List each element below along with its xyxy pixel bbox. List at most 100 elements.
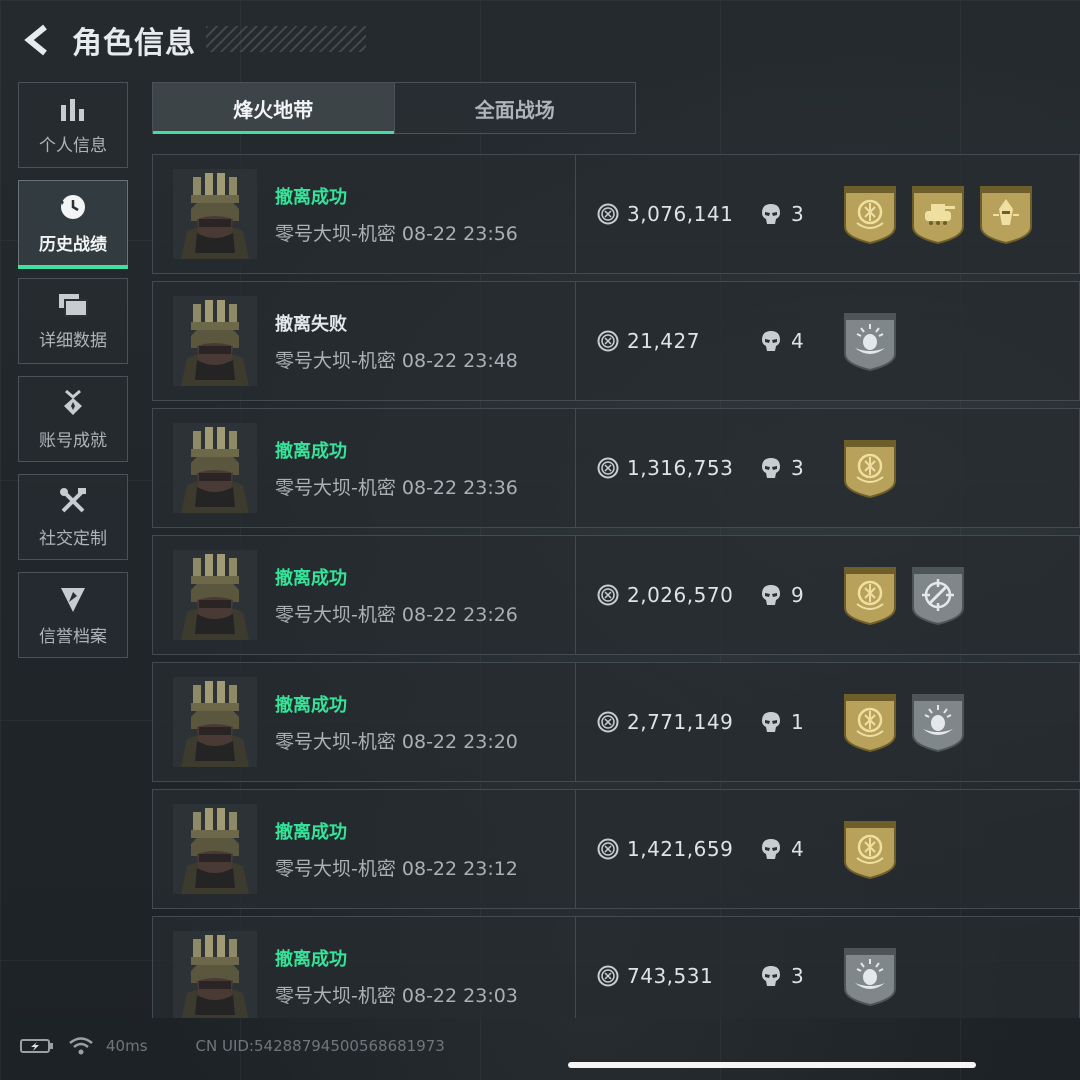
match-stats: 743,531 3 [597,917,804,1018]
match-stats: 21,427 4 [597,282,804,400]
gold-emblem-badge[interactable] [843,566,897,626]
badge-list [843,947,911,1007]
coin-icon [597,838,619,860]
sidebar-item-personal-info[interactable]: 个人信息 [18,82,128,168]
extraction-status: 撤离成功 [275,567,347,589]
match-list[interactable]: 撤离成功 零号大坝-机密 08-22 23:56 3,076,141 3 撤离失… [152,154,1080,1018]
kill-count: 1 [791,710,804,734]
match-info: 撤离成功 零号大坝-机密 08-22 23:36 [275,437,565,500]
uid-text: CN UID:5428879450056868197​3 [195,1037,445,1055]
skull-kill-icon [762,204,780,224]
sidebar: 个人信息 历史战绩 详细数据 账号成就 社交定制 信誉档案 [18,82,130,670]
match-row[interactable]: 撤离成功 零号大坝-机密 08-22 23:36 1,316,753 3 [152,408,1080,528]
skull-kill-icon [762,966,780,986]
match-info: 撤离成功 零号大坝-机密 08-22 23:20 [275,691,565,754]
match-row[interactable]: 撤离成功 零号大坝-机密 08-22 23:56 3,076,141 3 [152,154,1080,274]
sidebar-item-reputation[interactable]: 信誉档案 [18,572,128,658]
map-and-time: 零号大坝-机密 08-22 23:56 [275,222,518,245]
ping-text: 40ms [106,1037,148,1055]
match-row[interactable]: 撤离成功 零号大坝-机密 08-22 23:20 2,771,149 1 [152,662,1080,782]
operator-avatar [173,677,257,767]
sidebar-item-detailed-data[interactable]: 详细数据 [18,278,128,364]
tab-hazard-zone[interactable]: 烽火地带 [153,83,394,134]
kill-count: 9 [791,583,804,607]
gold-emblem-badge[interactable] [843,693,897,753]
match-row[interactable]: 撤离失败 零号大坝-机密 08-22 23:48 21,427 4 [152,281,1080,401]
gold-emblem-badge[interactable] [843,820,897,880]
kill-count: 3 [791,202,804,226]
mode-tabs: 烽火地带 全面战场 [152,82,636,134]
grey-egg-badge[interactable] [911,693,965,753]
grey-egg-badge[interactable] [843,312,897,372]
skull-kill-icon [762,839,780,859]
match-info: 撤离成功 零号大坝-机密 08-22 23:03 [275,945,565,1008]
extraction-status: 撤离失败 [275,313,347,335]
match-stats: 2,771,149 1 [597,663,804,781]
row-divider [575,790,576,908]
badge-list [843,439,911,499]
gold-operator-badge[interactable] [979,185,1033,245]
row-divider [575,663,576,781]
sidebar-item-label: 详细数据 [39,330,107,351]
row-divider [575,536,576,654]
wifi-icon [69,1037,93,1055]
match-stats: 1,316,753 3 [597,409,804,527]
back-button[interactable] [18,20,58,60]
coin-icon [597,457,619,479]
shield-icon [61,587,85,612]
money-value: 1,421,659 [627,837,734,861]
match-info: 撤离成功 零号大坝-机密 08-22 23:56 [275,183,565,246]
map-and-time: 零号大坝-机密 08-22 23:36 [275,476,518,499]
badge-list [843,185,1047,245]
operator-avatar [173,804,257,894]
match-row[interactable]: 撤离成功 零号大坝-机密 08-22 23:03 743,531 3 [152,916,1080,1018]
match-stats: 1,421,659 4 [597,790,804,908]
coin-icon [597,965,619,987]
row-divider [575,282,576,400]
badge-list [843,693,979,753]
kill-count: 3 [791,964,804,988]
match-info: 撤离成功 零号大坝-机密 08-22 23:12 [275,818,565,881]
gold-tank-badge[interactable] [911,185,965,245]
match-info: 撤离成功 零号大坝-机密 08-22 23:26 [275,564,565,627]
gold-emblem-badge[interactable] [843,185,897,245]
sidebar-item-label: 信誉档案 [39,626,107,647]
extraction-status: 撤离成功 [275,694,347,716]
gold-emblem-badge[interactable] [843,439,897,499]
operator-avatar [173,296,257,386]
extraction-status: 撤离成功 [275,440,347,462]
coin-icon [597,330,619,352]
coin-icon [597,584,619,606]
match-row[interactable]: 撤离成功 零号大坝-机密 08-22 23:12 1,421,659 4 [152,789,1080,909]
money-value: 743,531 [627,964,714,988]
grey-crosshair-badge[interactable] [911,566,965,626]
map-and-time: 零号大坝-机密 08-22 23:12 [275,857,518,880]
money-value: 1,316,753 [627,456,734,480]
badge-list [843,566,979,626]
sidebar-item-match-history[interactable]: 历史战绩 [18,180,128,269]
sidebar-item-social-custom[interactable]: 社交定制 [18,474,128,560]
money-value: 2,026,570 [627,583,734,607]
grey-egg-badge[interactable] [843,947,897,1007]
skull-kill-icon [762,458,780,478]
tab-full-battlefield[interactable]: 全面战场 [393,83,635,133]
map-and-time: 零号大坝-机密 08-22 23:26 [275,603,518,626]
match-row[interactable]: 撤离成功 零号大坝-机密 08-22 23:26 2,026,570 9 [152,535,1080,655]
match-stats: 2,026,570 9 [597,536,804,654]
map-and-time: 零号大坝-机密 08-22 23:03 [275,984,518,1007]
kill-count: 4 [791,837,804,861]
money-value: 2,771,149 [627,710,734,734]
coin-icon [597,203,619,225]
badge-list [843,312,911,372]
folder-icon [59,293,88,317]
title-decoration [206,26,366,52]
home-indicator[interactable] [568,1062,976,1068]
row-divider [575,917,576,1018]
extraction-status: 撤离成功 [275,186,347,208]
skull-kill-icon [762,712,780,732]
row-divider [575,155,576,273]
header: 角色信息 [18,18,196,62]
skull-kill-icon [762,331,780,351]
extraction-status: 撤离成功 [275,948,347,970]
sidebar-item-achievements[interactable]: 账号成就 [18,376,128,462]
